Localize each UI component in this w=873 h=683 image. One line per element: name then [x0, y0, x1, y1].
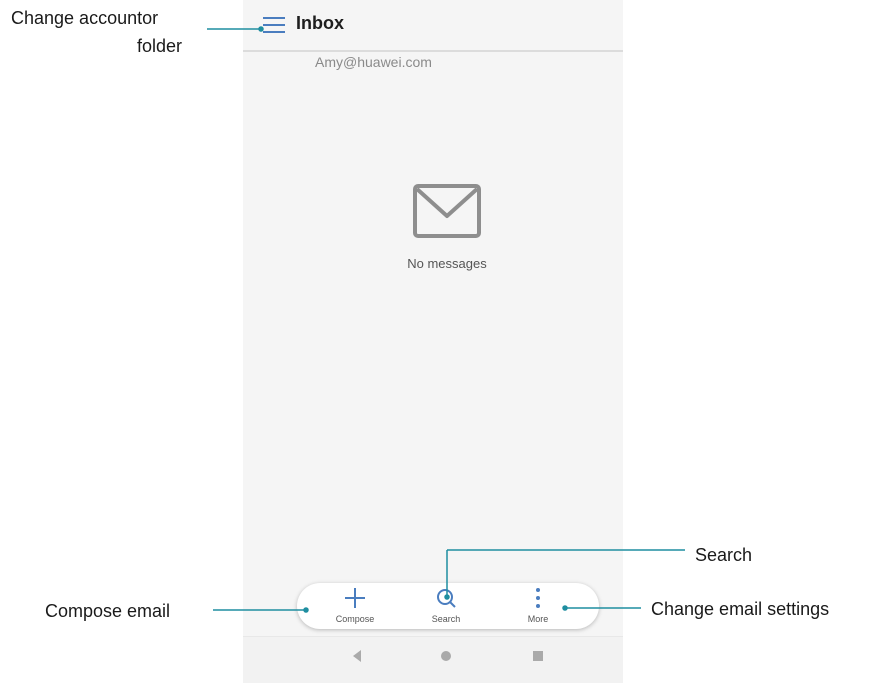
callout-compose-email: Compose email: [45, 601, 171, 621]
plus-icon: [345, 588, 365, 608]
envelope-icon: [413, 184, 481, 238]
bottom-action-bar: Compose Search More: [297, 583, 599, 629]
account-email: Amy@huawei.com: [315, 54, 432, 70]
compose-button[interactable]: Compose: [325, 583, 385, 629]
recents-square-icon[interactable]: [532, 649, 544, 668]
search-label: Search: [431, 614, 461, 624]
page-title: Inbox: [296, 13, 344, 33]
empty-state-text: No messages: [407, 256, 487, 271]
more-button[interactable]: More: [508, 583, 568, 629]
menu-icon[interactable]: [263, 16, 285, 34]
callout-change-settings: Change email settings: [651, 599, 830, 619]
search-icon: [437, 589, 456, 608]
phone-screen: Inbox Amy@huawei.com No messages Compose…: [243, 0, 623, 683]
more-vertical-icon: [536, 588, 540, 608]
header-divider: [243, 50, 623, 52]
callout-folder: folder: [137, 36, 183, 56]
callout-search: Search: [695, 545, 753, 565]
home-circle-icon[interactable]: [440, 649, 452, 668]
callout-change-account: Change accountor: [11, 8, 159, 28]
back-triangle-icon[interactable]: [351, 649, 363, 668]
compose-label: Compose: [335, 614, 375, 624]
system-nav-bar: [243, 636, 623, 683]
more-label: More: [527, 614, 549, 624]
search-button[interactable]: Search: [416, 583, 476, 629]
top-bar: Inbox: [243, 0, 623, 52]
